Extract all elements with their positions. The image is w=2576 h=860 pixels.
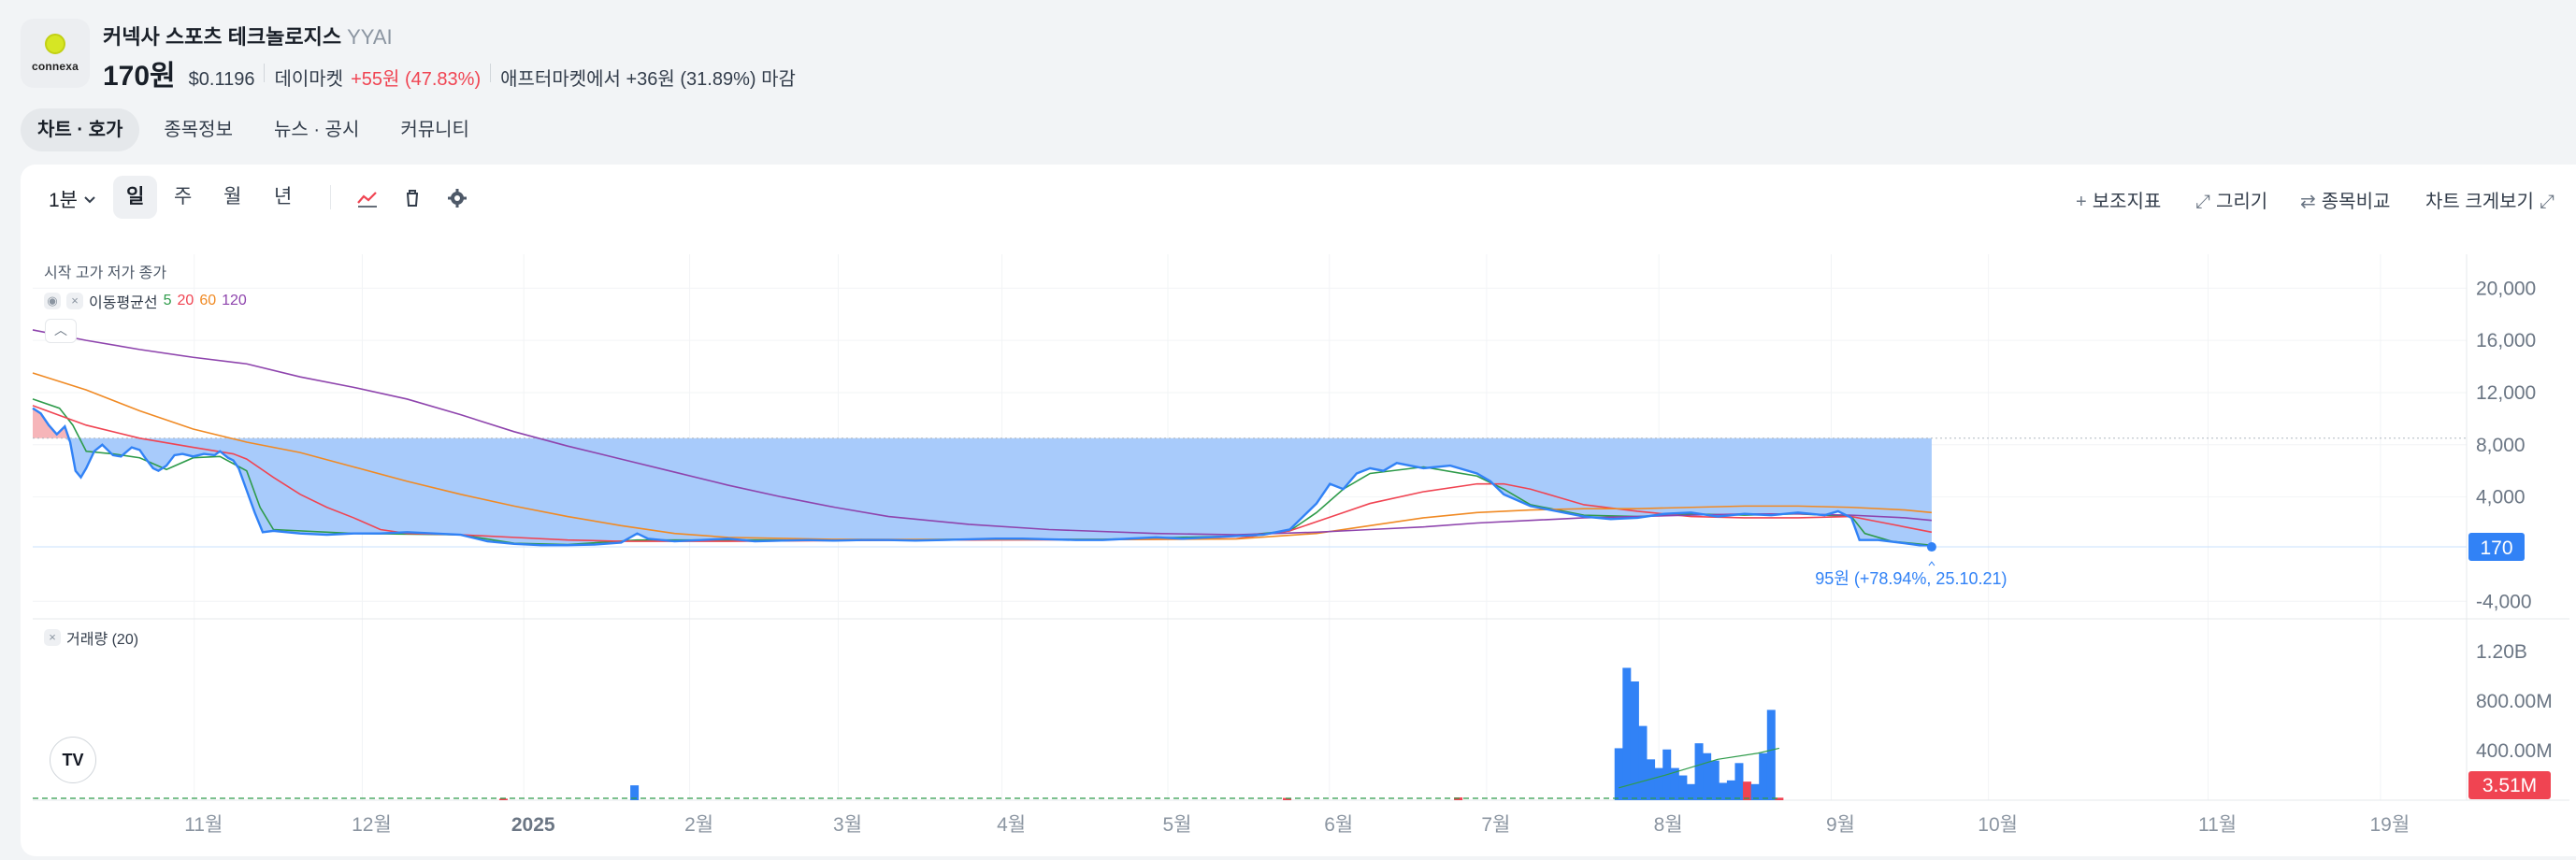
x-tick-label: 12월 [352, 814, 392, 836]
x-tick-label: 8월 [1654, 814, 1683, 836]
volume-bar [1694, 743, 1704, 800]
current-price-label: 170 [2480, 538, 2512, 559]
volume-bar [1743, 781, 1752, 800]
price-annotation: 95원 (+78.94%, 25.10.21) [1815, 569, 2007, 588]
volume-bar [1614, 748, 1623, 800]
volume-bar [1726, 780, 1735, 800]
price-tick-label: -4,000 [2476, 591, 2532, 612]
volume-tick-label: 1.20B [2476, 641, 2527, 663]
price-tick-label: 16,000 [2476, 330, 2536, 351]
current-volume-label: 3.51M [2482, 775, 2537, 796]
price-area [33, 437, 1932, 548]
price-tick-label: 4,000 [2476, 487, 2526, 509]
volume-bar [1654, 767, 1663, 800]
annotation-arrow-icon [1928, 561, 1936, 566]
volume-bar [1622, 667, 1632, 800]
volume-bar [1719, 782, 1728, 800]
x-tick-label: 4월 [997, 814, 1026, 836]
volume-bar [1710, 760, 1720, 800]
x-tick-label: 5월 [1162, 814, 1191, 836]
x-tick-label: 19월 [2370, 814, 2411, 836]
volume-bar [1734, 763, 1744, 800]
tradingview-logo-icon[interactable]: TV [50, 737, 96, 783]
volume-tick-label: 400.00M [2476, 740, 2553, 762]
volume-bar [1766, 710, 1776, 800]
x-tick-label: 6월 [1324, 814, 1353, 836]
volume-bar [1638, 725, 1648, 800]
x-tick-label: 2월 [684, 814, 713, 836]
x-tick-label: 9월 [1826, 814, 1855, 836]
x-tick-label: 10월 [1978, 814, 2018, 836]
price-tick-label: 20,000 [2476, 278, 2536, 299]
price-tick-label: 8,000 [2476, 435, 2526, 456]
x-tick-label: 2025 [511, 814, 555, 836]
price-chart[interactable]: 11월 12월 2025 2월 3월 4월 5월 6월 7월 8월 9월 10월 11월 19월 95원 (… [0, 0, 2576, 860]
volume-bar [1759, 752, 1768, 800]
x-tick-label: 3월 [833, 814, 862, 836]
volume-tick-label: 800.00M [2476, 691, 2553, 712]
current-price-dot [1926, 542, 1936, 552]
volume-bar [1703, 752, 1712, 800]
x-tick-label: 11월 [2198, 814, 2237, 836]
volume-bar [498, 798, 508, 800]
volume-bar [1678, 775, 1688, 800]
x-tick-label: 7월 [1481, 814, 1510, 836]
price-tick-label: 12,000 [2476, 382, 2536, 404]
chevron-up-icon[interactable]: ︿ [45, 319, 77, 343]
x-tick-label: 11월 [184, 814, 223, 836]
